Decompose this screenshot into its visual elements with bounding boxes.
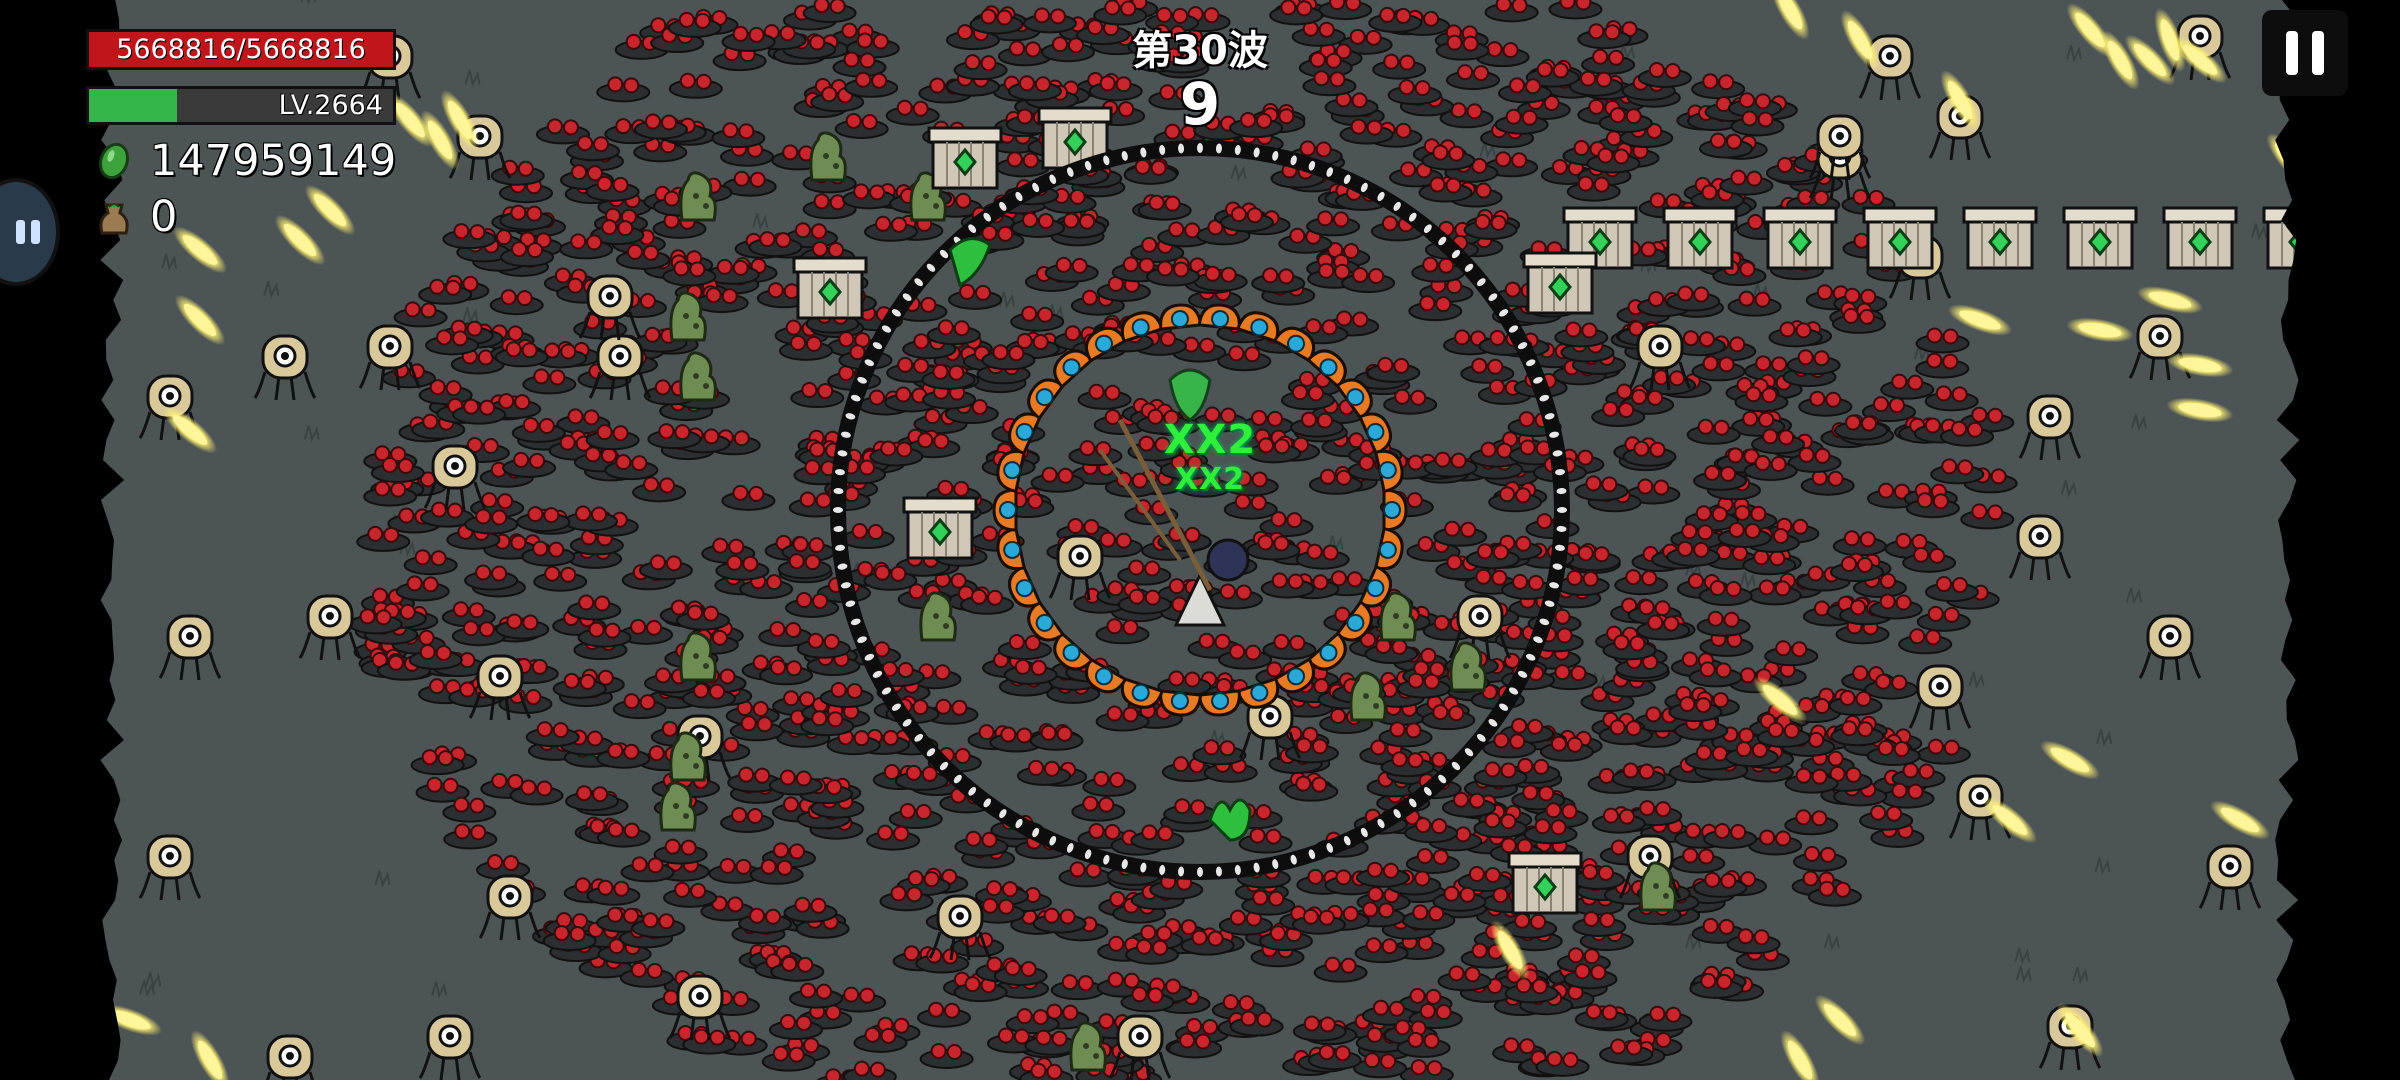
- loot-crate: [1662, 206, 1738, 270]
- loot-crate: [1522, 251, 1598, 315]
- loot-bag-icon: [99, 203, 129, 235]
- bag-counter: 0: [94, 192, 177, 242]
- loot-crate: [792, 256, 868, 320]
- coin-counter: 147959149: [94, 136, 396, 186]
- loot-crate: [1507, 851, 1583, 915]
- wave-countdown: 9: [1179, 70, 1221, 138]
- coin-count: 147959149: [150, 136, 397, 186]
- loot-crate: [1962, 206, 2038, 270]
- experience-bar-fill: [89, 89, 178, 122]
- loot-crate: [1862, 206, 1938, 270]
- loot-crate: [2162, 206, 2238, 270]
- wave-title: 第30波: [1132, 28, 1268, 74]
- loot-crate: [902, 496, 978, 560]
- health-bar: 5668816/5668816: [86, 29, 396, 70]
- green-coin-icon: [98, 142, 130, 180]
- pause-button[interactable]: [2262, 10, 2348, 96]
- loot-crate: [927, 126, 1003, 190]
- combo-line-2: XX2: [1174, 462, 1246, 497]
- health-value: 5668816/5668816: [116, 34, 366, 65]
- loot-crate: [2062, 206, 2138, 270]
- orbit-shield: [992, 488, 1018, 532]
- red-blob-enemy: [1548, 0, 1603, 20]
- right-boundary: [2275, 0, 2400, 1080]
- combo-popup: XX2 XX2: [1150, 420, 1270, 500]
- level-label: LV.2664: [278, 90, 383, 121]
- orbit-shield: [1382, 488, 1408, 532]
- bag-count: 0: [150, 192, 178, 242]
- combo-line-1: XX2: [1163, 417, 1257, 463]
- experience-bar: LV.2664: [86, 86, 396, 125]
- game-arena[interactable]: 5668816/5668816 LV.2664 147959149 0 第30波…: [0, 0, 2400, 1080]
- red-blob-enemy: [1318, 0, 1373, 21]
- pause-icon: [2286, 31, 2298, 75]
- loot-crate: [1762, 206, 1838, 270]
